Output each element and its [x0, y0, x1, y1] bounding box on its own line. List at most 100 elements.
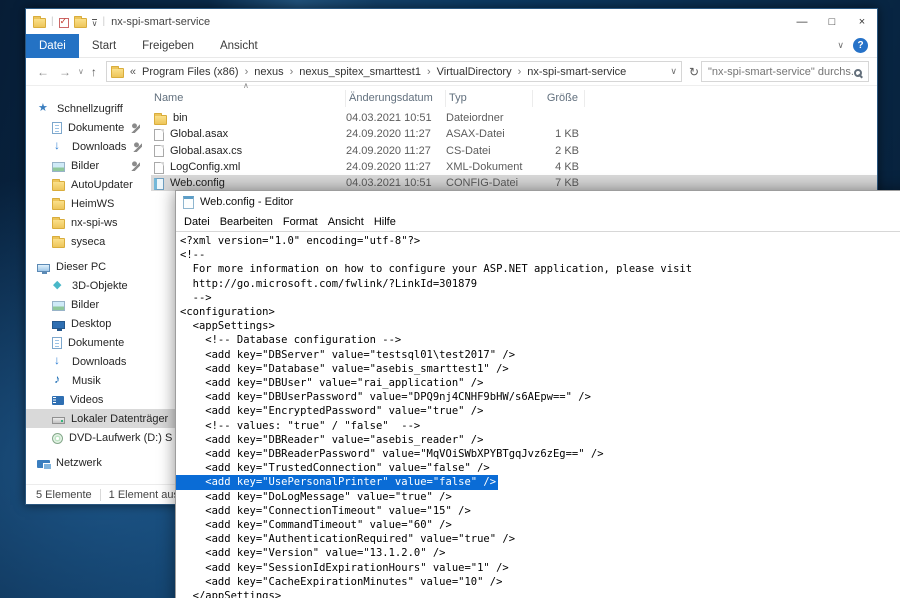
breadcrumb-item[interactable]: nexus_spitex_smarttest1	[299, 66, 421, 78]
sidebar-item[interactable]: Dokumente	[26, 333, 148, 352]
sidebar-item[interactable]: Bilder	[26, 295, 148, 314]
sidebar-section-network[interactable]: Netzwerk	[26, 453, 148, 472]
code-line[interactable]: <configuration>	[180, 305, 900, 319]
code-line[interactable]: <add key="Database" value="asebis_smartt…	[180, 362, 900, 376]
code-line[interactable]: For more information on how to configure…	[180, 262, 900, 276]
sort-ascending-icon[interactable]: ∧	[243, 81, 249, 90]
sidebar-section-quick-access[interactable]: Schnellzugriff	[26, 99, 148, 118]
maximize-button[interactable]: □	[817, 9, 847, 34]
tab-ansicht[interactable]: Ansicht	[207, 34, 271, 58]
code-line[interactable]: <add key="SessionIdExpirationHours" valu…	[180, 561, 900, 575]
file-row[interactable]: bin04.03.2021 10:51Dateiordner	[151, 110, 877, 126]
quick-access-toolbar: | ∨ |	[26, 15, 105, 28]
code-line[interactable]: <add key="EncryptedPassword" value="true…	[180, 404, 900, 418]
address-toolbar: ← → ∨ ↑ «Program Files (x86)›nexus›nexus…	[26, 58, 877, 86]
file-date: 04.03.2021 10:51	[346, 177, 446, 189]
editor-menubar: DateiBearbeitenFormatAnsichtHilfe	[176, 213, 900, 232]
file-date: 04.03.2021 10:51	[346, 112, 446, 124]
tab-datei[interactable]: Datei	[26, 34, 79, 58]
code-line-selected[interactable]: <add key="UsePersonalPrinter" value="fal…	[176, 475, 498, 489]
sidebar-item[interactable]: HeimWS	[26, 194, 148, 213]
help-button[interactable]: ?	[853, 38, 868, 53]
video-icon	[52, 396, 64, 405]
sidebar-item[interactable]: AutoUpdater	[26, 175, 148, 194]
file-date: 24.09.2020 11:27	[346, 128, 446, 140]
sidebar-item[interactable]: Downloads	[26, 137, 148, 156]
code-line[interactable]: <add key="ConnectionTimeout" value="15" …	[180, 504, 900, 518]
sidebar-item[interactable]: Dokumente	[26, 118, 148, 137]
search-input[interactable]: "nx-spi-smart-service" durchs...	[701, 61, 869, 82]
code-line[interactable]: <add key="CacheExpirationMinutes" value=…	[180, 575, 900, 589]
code-line[interactable]: <!-- Database configuration -->	[180, 333, 900, 347]
forward-button[interactable]: →	[54, 65, 76, 79]
sidebar-item[interactable]: Bilder	[26, 156, 148, 175]
breadcrumb-separator-icon: ›	[245, 66, 249, 78]
breadcrumb-item[interactable]: nexus	[254, 66, 283, 78]
menu-ansicht[interactable]: Ansicht	[323, 216, 369, 228]
code-line[interactable]: http://go.microsoft.com/fwlink/?LinkId=3…	[180, 277, 900, 291]
editor-content[interactable]: <?xml version="1.0" encoding="utf-8"?><!…	[176, 232, 900, 598]
folder-icon	[52, 219, 65, 229]
recent-locations-chevron-icon[interactable]: ∨	[76, 67, 86, 76]
sidebar-item[interactable]: Videos	[26, 390, 148, 409]
code-line[interactable]: <add key="DBUser" value="rai_application…	[180, 376, 900, 390]
code-line[interactable]: <appSettings>	[180, 319, 900, 333]
code-line[interactable]: <add key="DBReader" value="asebis_reader…	[180, 433, 900, 447]
menu-bearbeiten[interactable]: Bearbeiten	[215, 216, 278, 228]
refresh-button[interactable]: ↻	[687, 65, 701, 79]
file-name-cell: Web.config	[151, 177, 346, 190]
file-row[interactable]: Global.asax.cs24.09.2020 11:27CS-Datei2 …	[151, 143, 877, 159]
sidebar-item[interactable]: Downloads	[26, 352, 148, 371]
sidebar-item[interactable]: syseca	[26, 232, 148, 251]
code-line[interactable]: <add key="DBUserPassword" value="DPQ9nj4…	[180, 390, 900, 404]
file-name: Global.asax	[170, 128, 228, 140]
sidebar-item[interactable]: Musik	[26, 371, 148, 390]
qat-customize-chevron-icon[interactable]: ∨	[92, 19, 98, 27]
code-line[interactable]: <!-- values: "true" / "false" -->	[180, 419, 900, 433]
breadcrumb-item[interactable]: nx-spi-smart-service	[527, 66, 626, 78]
back-button[interactable]: ←	[32, 65, 54, 79]
breadcrumb-item[interactable]: VirtualDirectory	[437, 66, 512, 78]
file-type: Dateiordner	[446, 112, 533, 124]
address-dropdown-chevron-icon[interactable]: ∨	[670, 66, 677, 77]
menu-datei[interactable]: Datei	[179, 216, 215, 228]
close-button[interactable]: ×	[847, 9, 877, 34]
address-bar[interactable]: «Program Files (x86)›nexus›nexus_spitex_…	[106, 61, 682, 82]
file-name-cell: LogConfig.xml	[151, 161, 346, 174]
column-header-1[interactable]: Änderungsdatum	[346, 90, 446, 107]
menu-format[interactable]: Format	[278, 216, 323, 228]
sidebar-item[interactable]: Desktop	[26, 314, 148, 333]
code-line[interactable]: <?xml version="1.0" encoding="utf-8"?>	[180, 234, 900, 248]
column-header-2[interactable]: Typ	[446, 90, 533, 107]
code-line[interactable]: <add key="DBReaderPassword" value="MqVOi…	[180, 447, 900, 461]
ribbon-expand-chevron-icon[interactable]: ∨	[837, 40, 844, 51]
sidebar-item[interactable]: 3D-Objekte	[26, 276, 148, 295]
file-row[interactable]: Global.asax24.09.2020 11:27ASAX-Datei1 K…	[151, 126, 877, 142]
sidebar-section-this-pc[interactable]: Dieser PC	[26, 257, 148, 276]
picture-icon	[52, 301, 65, 311]
code-line[interactable]: <add key="DoLogMessage" value="true" />	[180, 490, 900, 504]
code-line[interactable]: <add key="AuthenticationRequired" value=…	[180, 532, 900, 546]
minimize-button[interactable]: —	[787, 9, 817, 34]
code-line[interactable]: <add key="DBServer" value="testsql01\tes…	[180, 348, 900, 362]
qat-properties-icon[interactable]	[59, 18, 69, 28]
qat-new-folder-icon[interactable]	[74, 18, 87, 28]
code-line[interactable]: -->	[180, 291, 900, 305]
code-line[interactable]: <add key="Version" value="13.1.2.0" />	[180, 546, 900, 560]
code-line[interactable]: <add key="CommandTimeout" value="60" />	[180, 518, 900, 532]
column-header-0[interactable]: Name	[151, 90, 346, 107]
file-type: ASAX-Datei	[446, 128, 533, 140]
sidebar-item[interactable]: DVD-Laufwerk (D:) S	[26, 428, 148, 447]
code-line[interactable]: <!--	[180, 248, 900, 262]
menu-hilfe[interactable]: Hilfe	[369, 216, 401, 228]
up-button[interactable]: ↑	[86, 65, 102, 79]
file-size: 7 KB	[533, 177, 585, 189]
code-line[interactable]: <add key="TrustedConnection" value="fals…	[180, 461, 900, 475]
breadcrumb-item[interactable]: Program Files (x86)	[142, 66, 239, 78]
column-header-3[interactable]: Größe	[533, 90, 585, 107]
tab-start[interactable]: Start	[79, 34, 129, 58]
code-line[interactable]: </appSettings>	[180, 589, 900, 598]
tab-freigeben[interactable]: Freigeben	[129, 34, 207, 58]
file-row[interactable]: LogConfig.xml24.09.2020 11:27XML-Dokumen…	[151, 159, 877, 175]
sidebar-item[interactable]: nx-spi-ws	[26, 213, 148, 232]
